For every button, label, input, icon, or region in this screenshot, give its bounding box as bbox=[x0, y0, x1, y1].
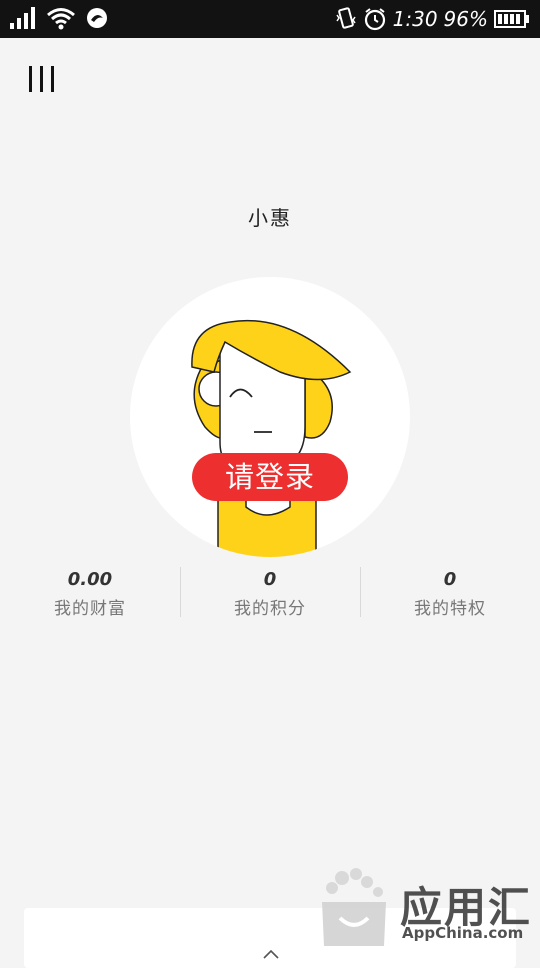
stat-value: 0 bbox=[443, 569, 457, 590]
avatar[interactable] bbox=[130, 277, 410, 557]
stat-privileges[interactable]: 0 我的特权 bbox=[360, 565, 540, 625]
stat-label: 我的特权 bbox=[414, 599, 486, 619]
status-bar: 1:30 96% bbox=[0, 0, 540, 38]
wifi-icon bbox=[47, 8, 75, 30]
page-title: 小惠 bbox=[248, 206, 292, 230]
stat-label: 我的积分 bbox=[234, 599, 306, 619]
user-stats: 0.00 我的财富 0 我的积分 0 我的特权 bbox=[0, 565, 540, 625]
signal-icon bbox=[10, 7, 35, 29]
chevron-up-icon[interactable] bbox=[262, 948, 280, 960]
clock-time: 1:30 bbox=[392, 7, 438, 31]
stat-points[interactable]: 0 我的积分 bbox=[180, 565, 360, 625]
alarm-icon bbox=[364, 8, 385, 31]
stat-value: 0 bbox=[263, 569, 277, 590]
battery-icon bbox=[494, 10, 529, 28]
app-notification-icon bbox=[87, 8, 107, 28]
appchina-logo-icon bbox=[322, 868, 386, 946]
cartoon-avatar-illustration bbox=[191, 319, 352, 557]
vibrate-icon bbox=[336, 7, 356, 29]
login-button[interactable]: 请登录 bbox=[192, 453, 348, 501]
stat-value: 0.00 bbox=[67, 569, 113, 590]
hamburger-menu-icon[interactable] bbox=[26, 64, 58, 96]
watermark-subtitle: AppChina.com bbox=[402, 924, 524, 942]
appchina-watermark: 应用汇 AppChina.com bbox=[312, 866, 534, 950]
stat-label: 我的财富 bbox=[54, 599, 126, 619]
stat-wealth[interactable]: 0.00 我的财富 bbox=[0, 565, 180, 625]
battery-percent: 96% bbox=[443, 7, 488, 31]
